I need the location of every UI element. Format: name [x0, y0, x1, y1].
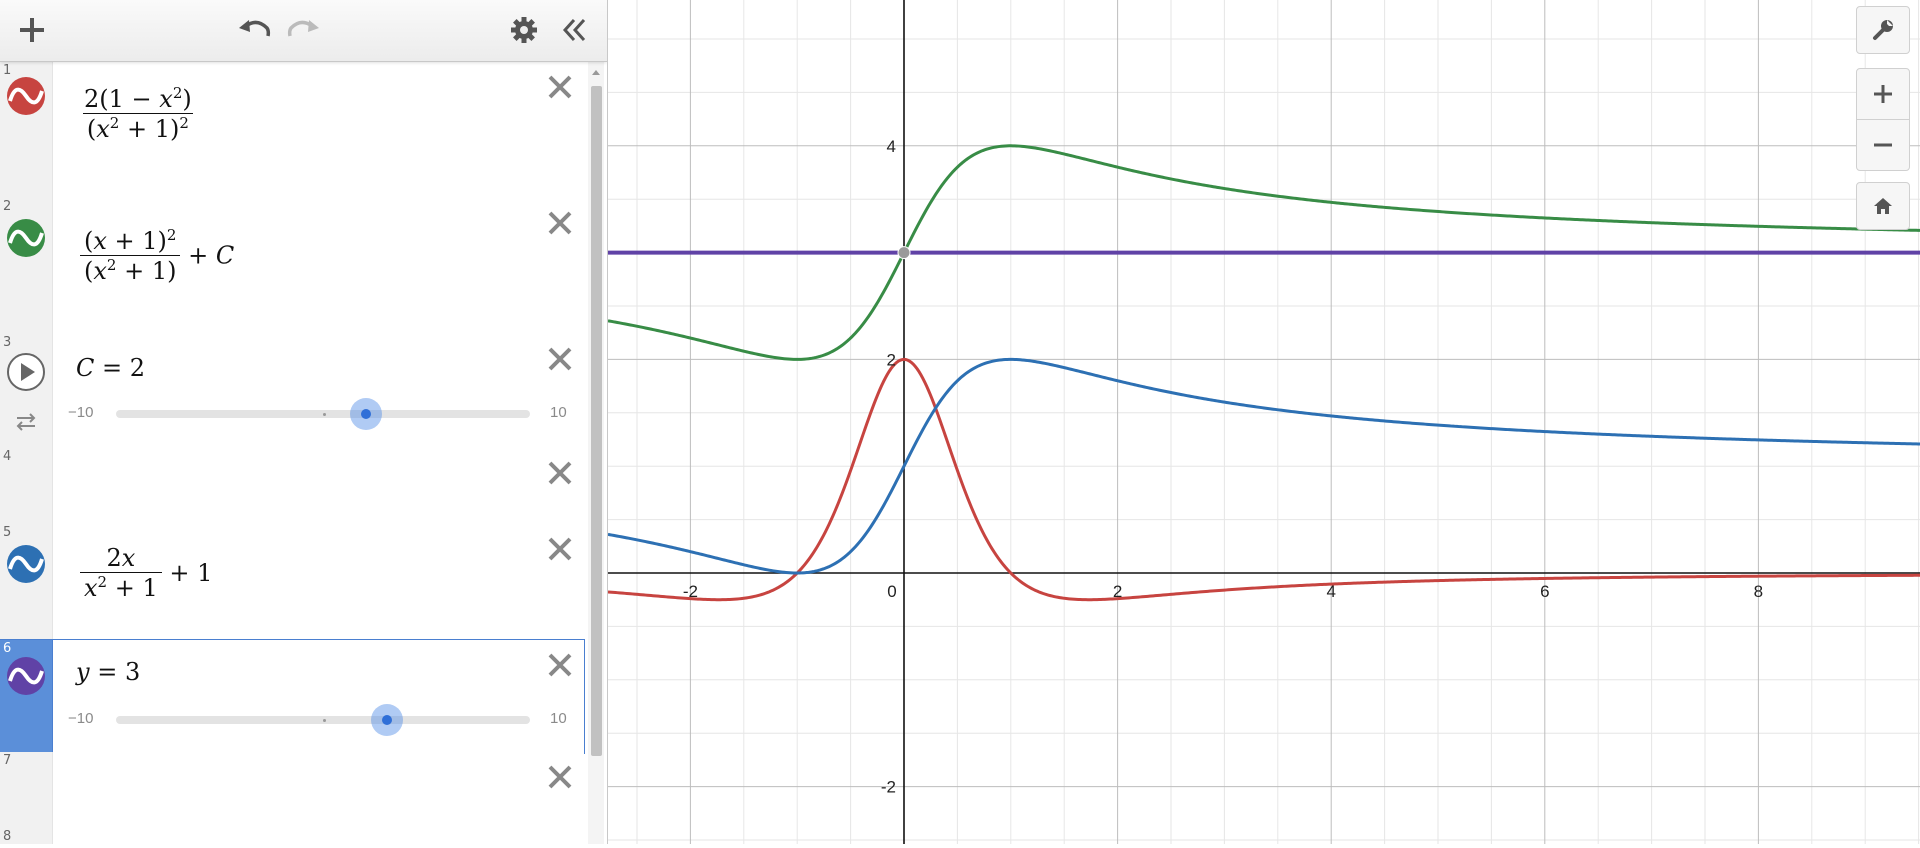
- expression-index: 4: [3, 449, 12, 464]
- expression-latex-5[interactable]: 2x x2 + 1 + 1: [80, 544, 212, 602]
- curve-red: [607, 357, 1920, 602]
- delete-expression-button[interactable]: [545, 344, 575, 374]
- graph-toggle-blue-icon[interactable]: [6, 544, 46, 584]
- x-tick-label: -2: [683, 582, 698, 601]
- slider-zero-tick: [323, 413, 326, 416]
- expression-index: 8: [3, 829, 12, 844]
- expression-latex-1[interactable]: 2(1 − x2) (x2 + 1)2: [80, 84, 196, 143]
- plus-icon: [20, 18, 44, 42]
- expression-latex-2[interactable]: (x + 1)2 (x2 + 1) + C: [80, 226, 234, 285]
- y-tick-label: 4: [887, 137, 896, 156]
- x-tick-label: 0: [887, 582, 896, 601]
- expression-row-3[interactable]: 3 C = 2 −10 10: [0, 334, 584, 449]
- slider-min-label[interactable]: −10: [68, 710, 93, 727]
- delete-expression-button[interactable]: [545, 762, 575, 792]
- y-tick-label: 2: [887, 350, 896, 369]
- play-slider-icon[interactable]: [6, 352, 46, 392]
- zoom-out-icon: [1874, 143, 1892, 147]
- collapse-panel-button[interactable]: [556, 10, 592, 50]
- redo-button[interactable]: [282, 10, 326, 50]
- curves: [607, 144, 1920, 602]
- double-chevron-left-icon: [562, 18, 586, 42]
- minor-gridlines: [608, 0, 1920, 844]
- graph-settings-button[interactable]: [1856, 6, 1910, 54]
- home-icon: [1874, 198, 1892, 214]
- slider-thumb[interactable]: [350, 398, 382, 430]
- wrench-icon: [1873, 20, 1893, 40]
- axes: [608, 0, 1920, 844]
- slider-expression-c[interactable]: C = 2: [76, 354, 145, 382]
- slider-c[interactable]: −10 10: [68, 398, 568, 430]
- expression-index: 5: [3, 525, 12, 540]
- expression-row-1[interactable]: 1 2(1 − x2) (x2 + 1)2: [0, 62, 584, 199]
- add-item-button[interactable]: [12, 10, 52, 50]
- graph-toggle-red-icon[interactable]: [6, 76, 46, 116]
- zoom-in-icon: [1874, 85, 1892, 103]
- redo-icon: [287, 20, 319, 37]
- slider-min-label[interactable]: −10: [68, 404, 93, 421]
- zoom-in-button[interactable]: [1856, 68, 1910, 120]
- delete-expression-button[interactable]: [545, 650, 575, 680]
- expression-index: 3: [3, 335, 12, 350]
- settings-button[interactable]: [506, 10, 542, 50]
- delete-expression-button[interactable]: [545, 534, 575, 564]
- expression-row-4[interactable]: 4: [0, 448, 584, 525]
- expression-row-5[interactable]: 5 2x x2 + 1 + 1: [0, 524, 584, 641]
- zoom-out-button[interactable]: [1856, 119, 1910, 171]
- graph-toggle-green-icon[interactable]: [6, 218, 46, 258]
- expression-row-6[interactable]: 6 y = 3 −10 10: [0, 639, 585, 754]
- major-gridlines: [608, 0, 1920, 844]
- scrollbar-thumb[interactable]: [591, 86, 602, 756]
- delete-expression-button[interactable]: [545, 458, 575, 488]
- expression-row-2[interactable]: 2 (x + 1)2 (x2 + 1) + C: [0, 198, 584, 335]
- expression-index: 6: [3, 641, 12, 656]
- scroll-up-arrow-icon[interactable]: [591, 68, 601, 76]
- undo-button[interactable]: [232, 10, 276, 50]
- intersection-point: [897, 246, 911, 260]
- expression-list-scrollbar[interactable]: [588, 62, 604, 844]
- delete-expression-button[interactable]: [545, 72, 575, 102]
- expression-index: 7: [3, 753, 12, 768]
- graph-plot[interactable]: -2 0 2 4 6 8 4 2 -2: [607, 0, 1920, 844]
- slider-max-label[interactable]: 10: [550, 404, 567, 421]
- x-tick-label: 6: [1540, 582, 1549, 601]
- graph-canvas[interactable]: -2 0 2 4 6 8 4 2 -2: [607, 0, 1920, 844]
- gear-icon: [511, 17, 537, 43]
- expression-index: 2: [3, 199, 12, 214]
- slider-y[interactable]: −10 10: [68, 704, 568, 736]
- expression-row-8[interactable]: 8: [0, 828, 584, 844]
- x-tick-label: 8: [1754, 582, 1763, 601]
- y-tick-label: -2: [881, 778, 896, 797]
- undo-icon: [239, 20, 271, 37]
- expression-toolbar: [0, 0, 607, 62]
- default-viewport-button[interactable]: [1856, 182, 1910, 230]
- slider-thumb[interactable]: [371, 704, 403, 736]
- expression-panel: 1 2(1 − x2) (x2 + 1)2 2 (x + 1)2 (x2 + 1): [0, 0, 608, 844]
- delete-expression-button[interactable]: [545, 208, 575, 238]
- loop-direction-icon[interactable]: [14, 412, 38, 432]
- slider-zero-tick: [323, 719, 326, 722]
- expression-latex-6[interactable]: y = 3: [76, 658, 140, 686]
- x-tick-label: 4: [1326, 582, 1335, 601]
- slider-max-label[interactable]: 10: [550, 710, 567, 727]
- graph-toggle-purple-icon[interactable]: [6, 656, 46, 696]
- expression-row-7[interactable]: 7: [0, 752, 584, 829]
- x-tick-label: 2: [1113, 582, 1122, 601]
